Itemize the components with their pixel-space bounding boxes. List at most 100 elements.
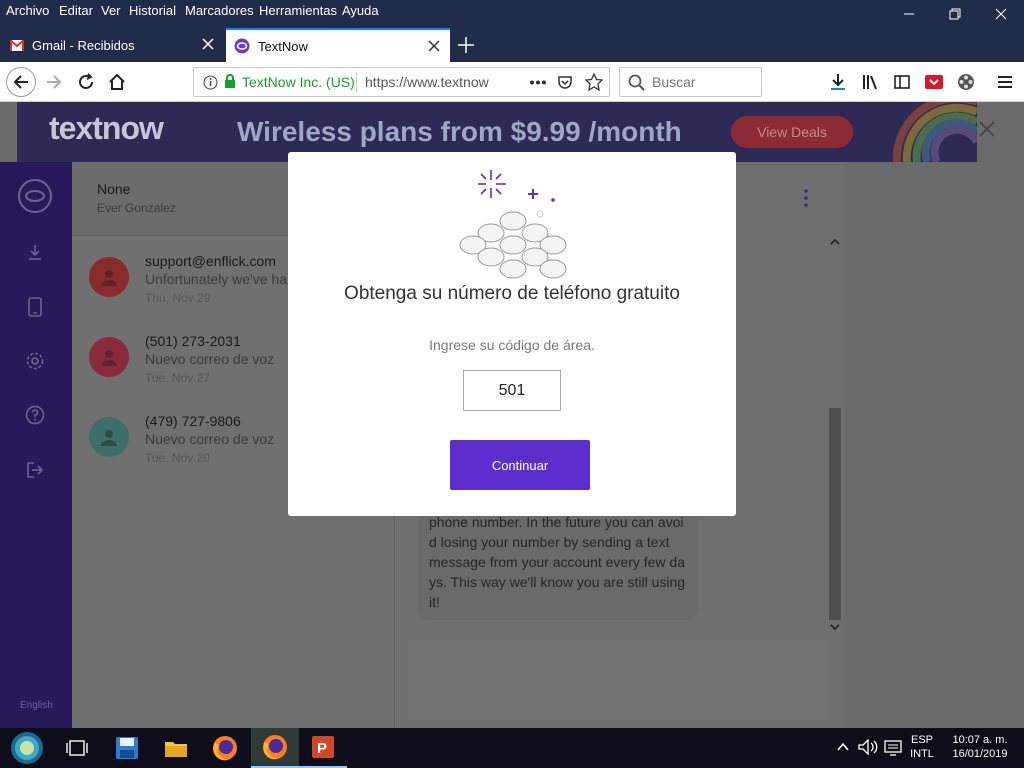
lock-icon: [225, 74, 235, 88]
taskbar-app[interactable]: P: [299, 728, 347, 768]
downloads-button[interactable]: [826, 70, 850, 94]
message-bubble: phone number. In the future you can avoi…: [418, 510, 698, 620]
conversation-title: (479) 727-9806: [145, 413, 241, 429]
menu-button[interactable]: [993, 70, 1017, 94]
svg-text:P: P: [317, 740, 327, 757]
back-button[interactable]: [6, 67, 36, 97]
sidebar-help[interactable]: [22, 402, 48, 428]
language-selector[interactable]: English: [20, 700, 53, 711]
scrollbar-thumb[interactable]: [829, 408, 841, 620]
download-helper-icon: [925, 75, 943, 89]
download-icon: [831, 74, 845, 90]
task-view-icon: [66, 740, 88, 756]
conversation-date: Tue, Nov 20: [145, 451, 210, 465]
new-tab-icon[interactable]: [455, 34, 477, 56]
menu-bar: Archivo Editar Ver Historial Marcadores …: [0, 0, 1024, 28]
settings-icon: [26, 352, 44, 370]
film-reel-icon: [958, 74, 974, 90]
message-line: it!: [429, 594, 440, 610]
system-clock[interactable]: 10:07 a. m. 16/01/2019: [947, 733, 1013, 761]
reload-icon: [79, 73, 93, 89]
taskbar-app[interactable]: [103, 728, 151, 768]
tab-bar: Gmail - Recibidos TextNow: [0, 28, 1024, 62]
url-bar[interactable]: TextNow Inc. (US) https://www.textnow: [193, 67, 610, 97]
menu-herramientas[interactable]: Herramientas: [259, 3, 337, 18]
chevron-up-icon[interactable]: [836, 741, 850, 753]
input-language[interactable]: ESP INTL: [908, 733, 936, 761]
user-icon: [101, 430, 117, 446]
menu-ayuda[interactable]: Ayuda: [342, 3, 379, 18]
area-code-modal: Obtenga su número de teléfono gratuito I…: [288, 152, 736, 516]
forward-button[interactable]: [42, 70, 66, 94]
network-icon[interactable]: [884, 739, 902, 757]
library-icon: [863, 75, 877, 90]
tab-label: Gmail - Recibidos: [32, 37, 135, 53]
phone-icon: [28, 297, 42, 317]
sidebar-download[interactable]: [22, 239, 48, 265]
gmail-icon: [10, 39, 24, 51]
textnow-logo-button[interactable]: [18, 179, 52, 213]
extension-button[interactable]: [954, 70, 978, 94]
rainbow-graphic: [892, 102, 977, 162]
area-code-input[interactable]: [463, 370, 561, 411]
contact-name: None: [97, 181, 131, 197]
tab-gmail[interactable]: Gmail - Recibidos: [0, 28, 224, 62]
menu-historial[interactable]: Historial: [129, 3, 176, 18]
menu-archivo[interactable]: Archivo: [6, 3, 49, 18]
taskbar-app[interactable]: [152, 728, 200, 768]
more-options-icon[interactable]: [802, 188, 810, 208]
minimize-button[interactable]: [886, 0, 932, 28]
continue-button[interactable]: Continuar: [450, 440, 590, 490]
right-gutter: [844, 162, 1024, 728]
scroll-down-icon[interactable]: [829, 621, 841, 633]
home-button[interactable]: [105, 70, 129, 94]
close-icon: [995, 8, 1007, 20]
conversation-preview: Nuevo correo de voz: [145, 351, 275, 367]
bookmark-star-icon[interactable]: [585, 73, 603, 91]
account-name: Ever Gonzalez: [97, 201, 176, 215]
menu-marcadores[interactable]: Marcadores: [185, 3, 254, 18]
taskbar-app[interactable]: [201, 728, 249, 768]
menu-editar[interactable]: Editar: [59, 3, 93, 18]
reload-button[interactable]: [74, 70, 98, 94]
close-window-button[interactable]: [978, 0, 1024, 28]
banner-headline: Wireless plans from $9.99 /month: [237, 116, 682, 147]
library-button[interactable]: [858, 70, 882, 94]
sidebar-settings[interactable]: [22, 348, 48, 374]
search-bar[interactable]: Buscar: [619, 67, 762, 97]
url-text[interactable]: https://www.textnow: [365, 74, 521, 90]
page-actions-icon[interactable]: [529, 80, 547, 85]
scroll-up-icon[interactable]: [829, 236, 841, 248]
extension-download-button[interactable]: [922, 70, 946, 94]
home-icon: [109, 73, 125, 90]
powerpoint-icon: P: [312, 736, 334, 758]
save-icon: [116, 737, 138, 759]
view-deals-button[interactable]: View Deals: [731, 116, 853, 148]
clock-time: 10:07 a. m.: [952, 734, 1008, 746]
sidebar-button[interactable]: [890, 70, 914, 94]
close-banner-icon[interactable]: [978, 120, 996, 138]
tab-textnow[interactable]: TextNow: [226, 28, 450, 62]
conversation-preview: Unfortunately we've ha: [145, 271, 287, 287]
hamburger-menu-icon: [998, 76, 1012, 88]
task-view-button[interactable]: [53, 728, 101, 768]
close-tab-icon[interactable]: [200, 36, 216, 52]
menu-ver[interactable]: Ver: [101, 3, 121, 18]
close-tab-icon[interactable]: [426, 38, 442, 54]
conversation-date: Thu, Nov 29: [145, 291, 211, 305]
restore-button[interactable]: [932, 0, 978, 28]
logout-icon: [27, 462, 44, 478]
volume-icon[interactable]: [858, 739, 878, 755]
site-identity[interactable]: TextNow Inc. (US): [242, 74, 355, 90]
info-icon[interactable]: [203, 75, 218, 90]
pocket-icon[interactable]: [557, 74, 573, 90]
sidebar-phone[interactable]: [22, 294, 48, 320]
message-line: ys. This way we'll know you are still us…: [429, 574, 686, 590]
taskbar-app-active[interactable]: [251, 728, 299, 768]
start-button[interactable]: [3, 728, 51, 768]
navigation-bar: TextNow Inc. (US) https://www.textnow Bu…: [0, 62, 1024, 102]
sidebar-logout[interactable]: [22, 457, 48, 483]
message-composer[interactable]: [408, 640, 828, 720]
avatar: [89, 257, 129, 297]
file-explorer-icon: [165, 742, 187, 757]
